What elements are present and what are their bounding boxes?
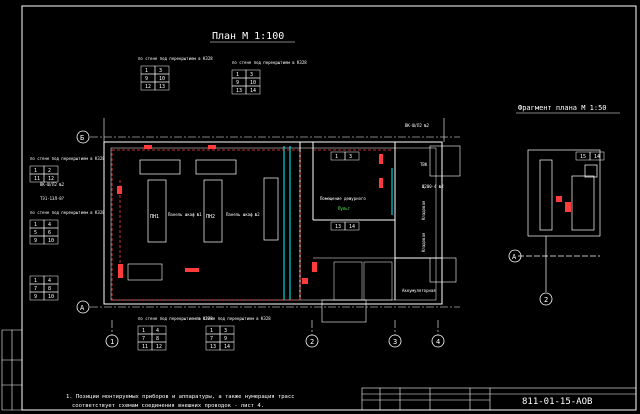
table-cell-value: 3	[349, 154, 352, 160]
note-top-left: по стене под перекрытием в К328	[138, 56, 213, 61]
axis-label-1: 1	[110, 338, 114, 346]
table-cell-value: 4	[156, 328, 159, 334]
axis-label-a: А	[80, 304, 85, 312]
note-left: по стене под перекрытием в К328	[30, 156, 105, 161]
axis-label-b: Б	[80, 134, 84, 142]
room-pump1: ПН1	[150, 214, 159, 220]
stamp-code: 811-01-15-АОВ	[522, 397, 592, 407]
table-cell-value: 1	[210, 328, 213, 334]
table-cell-value: 1	[34, 168, 37, 174]
table-cell-value: 14	[349, 224, 355, 230]
table-cell-value: 9	[145, 76, 148, 82]
table-cell-value: 10	[159, 76, 165, 82]
room-office: Помещение дежурного	[320, 196, 366, 201]
table-cell-value: 10	[48, 294, 54, 300]
tag-vp1: ВК-Ш/Л2 №2	[40, 182, 65, 187]
axis-label-2: 2	[310, 338, 314, 346]
table-cell-value: 13	[236, 88, 242, 94]
table-cell-value: 9	[34, 294, 37, 300]
table-cell-value: 9	[224, 336, 227, 342]
table-cell-value: 13	[159, 84, 165, 90]
table-cell-value: 9	[34, 238, 37, 244]
tag-cable1: ТЭ1-1ЗЛ-8?	[40, 196, 65, 201]
table-cell-value: 11	[142, 344, 148, 350]
table-cell-value: 13	[210, 344, 216, 350]
table-cell-value: 5	[34, 230, 37, 236]
axis-label-4: 4	[436, 338, 440, 346]
table-cell-value: 4	[48, 222, 51, 228]
table-cell-value: 1	[335, 154, 338, 160]
title-block	[361, 387, 637, 411]
table-cell-value: 1	[236, 72, 239, 78]
room-accum: Аккумуляторная	[402, 288, 436, 293]
table-cell-value: 1	[145, 68, 148, 74]
table-cell-value: 3	[250, 72, 253, 78]
room-kladovaya: Кладовая	[421, 201, 426, 220]
tag-dev1: Щ200-4 №2	[422, 184, 444, 189]
room-kladovaya2: Кладовая	[421, 233, 426, 252]
room-panel2: Панель шкаф №2	[226, 212, 260, 217]
table-cell-value: 1	[34, 278, 37, 284]
room-tvk: ТВК	[420, 162, 428, 167]
table-cell-value: 14	[224, 344, 230, 350]
note-left2: по стене под перекрытием в К328	[30, 210, 105, 215]
table-cell-value: 7	[210, 336, 213, 342]
table-cell-value: 3	[224, 328, 227, 334]
table-cell-value: 13	[335, 224, 341, 230]
table-cell-value: 8	[156, 336, 159, 342]
note-bottom2: по стене под перекрытием в К328	[196, 316, 271, 321]
table-cell-value: 8	[48, 286, 51, 292]
room-panel1: Панель шкаф №1	[168, 212, 202, 217]
table-cell-value: 9	[236, 80, 239, 86]
table-cell-value: 14	[250, 88, 256, 94]
table-cell-value: 10	[250, 80, 256, 86]
fragment-red-devices	[556, 196, 571, 212]
tag-vp2: ВК-Ш/Л2 №2	[405, 123, 430, 128]
equipment-blocks	[139, 159, 279, 243]
axis-lines	[90, 136, 460, 335]
table-cell-value: 12	[48, 176, 54, 182]
fragment-title: Фрагмент плана М 1:50	[518, 104, 607, 112]
table-cell-value: 14	[594, 154, 600, 160]
table-cell-value: 3	[159, 68, 162, 74]
sheet-frame	[1, 5, 637, 411]
room-pump2: ПН2	[206, 214, 215, 220]
axis-label-3: 3	[393, 338, 397, 346]
table-cell-value: 12	[145, 84, 151, 90]
frag-axis-a: А	[512, 253, 517, 261]
table-cell-value: 4	[48, 278, 51, 284]
drawing-canvas: План М 1:100 Фрагмент плана М 1:50 Б А 1…	[1, 5, 637, 411]
table-cell-value: 2	[48, 168, 51, 174]
table-cell-value: 7	[142, 336, 145, 342]
fragment-detail	[518, 149, 601, 292]
table-cell-value: 1	[34, 222, 37, 228]
table-cell-value: 10	[48, 238, 54, 244]
note-line-2: соответствует схемам соединения внешних …	[72, 403, 264, 409]
table-cell-value: 6	[48, 230, 51, 236]
table-cell-value: 11	[34, 176, 40, 182]
room-pulpit: Пульт	[338, 206, 351, 211]
note-top-right: по стене под перекрытием в К328	[232, 60, 307, 65]
table-cell-value: 12	[156, 344, 162, 350]
plan-title: План М 1:100	[212, 31, 284, 42]
frag-axis-2: 2	[544, 296, 548, 304]
table-cell-value: 7	[34, 286, 37, 292]
table-cell-value: 1	[142, 328, 145, 334]
note-line-1: 1. Позиции монтируемых приборов и аппара…	[66, 393, 294, 400]
table-cell-value: 15	[580, 154, 586, 160]
